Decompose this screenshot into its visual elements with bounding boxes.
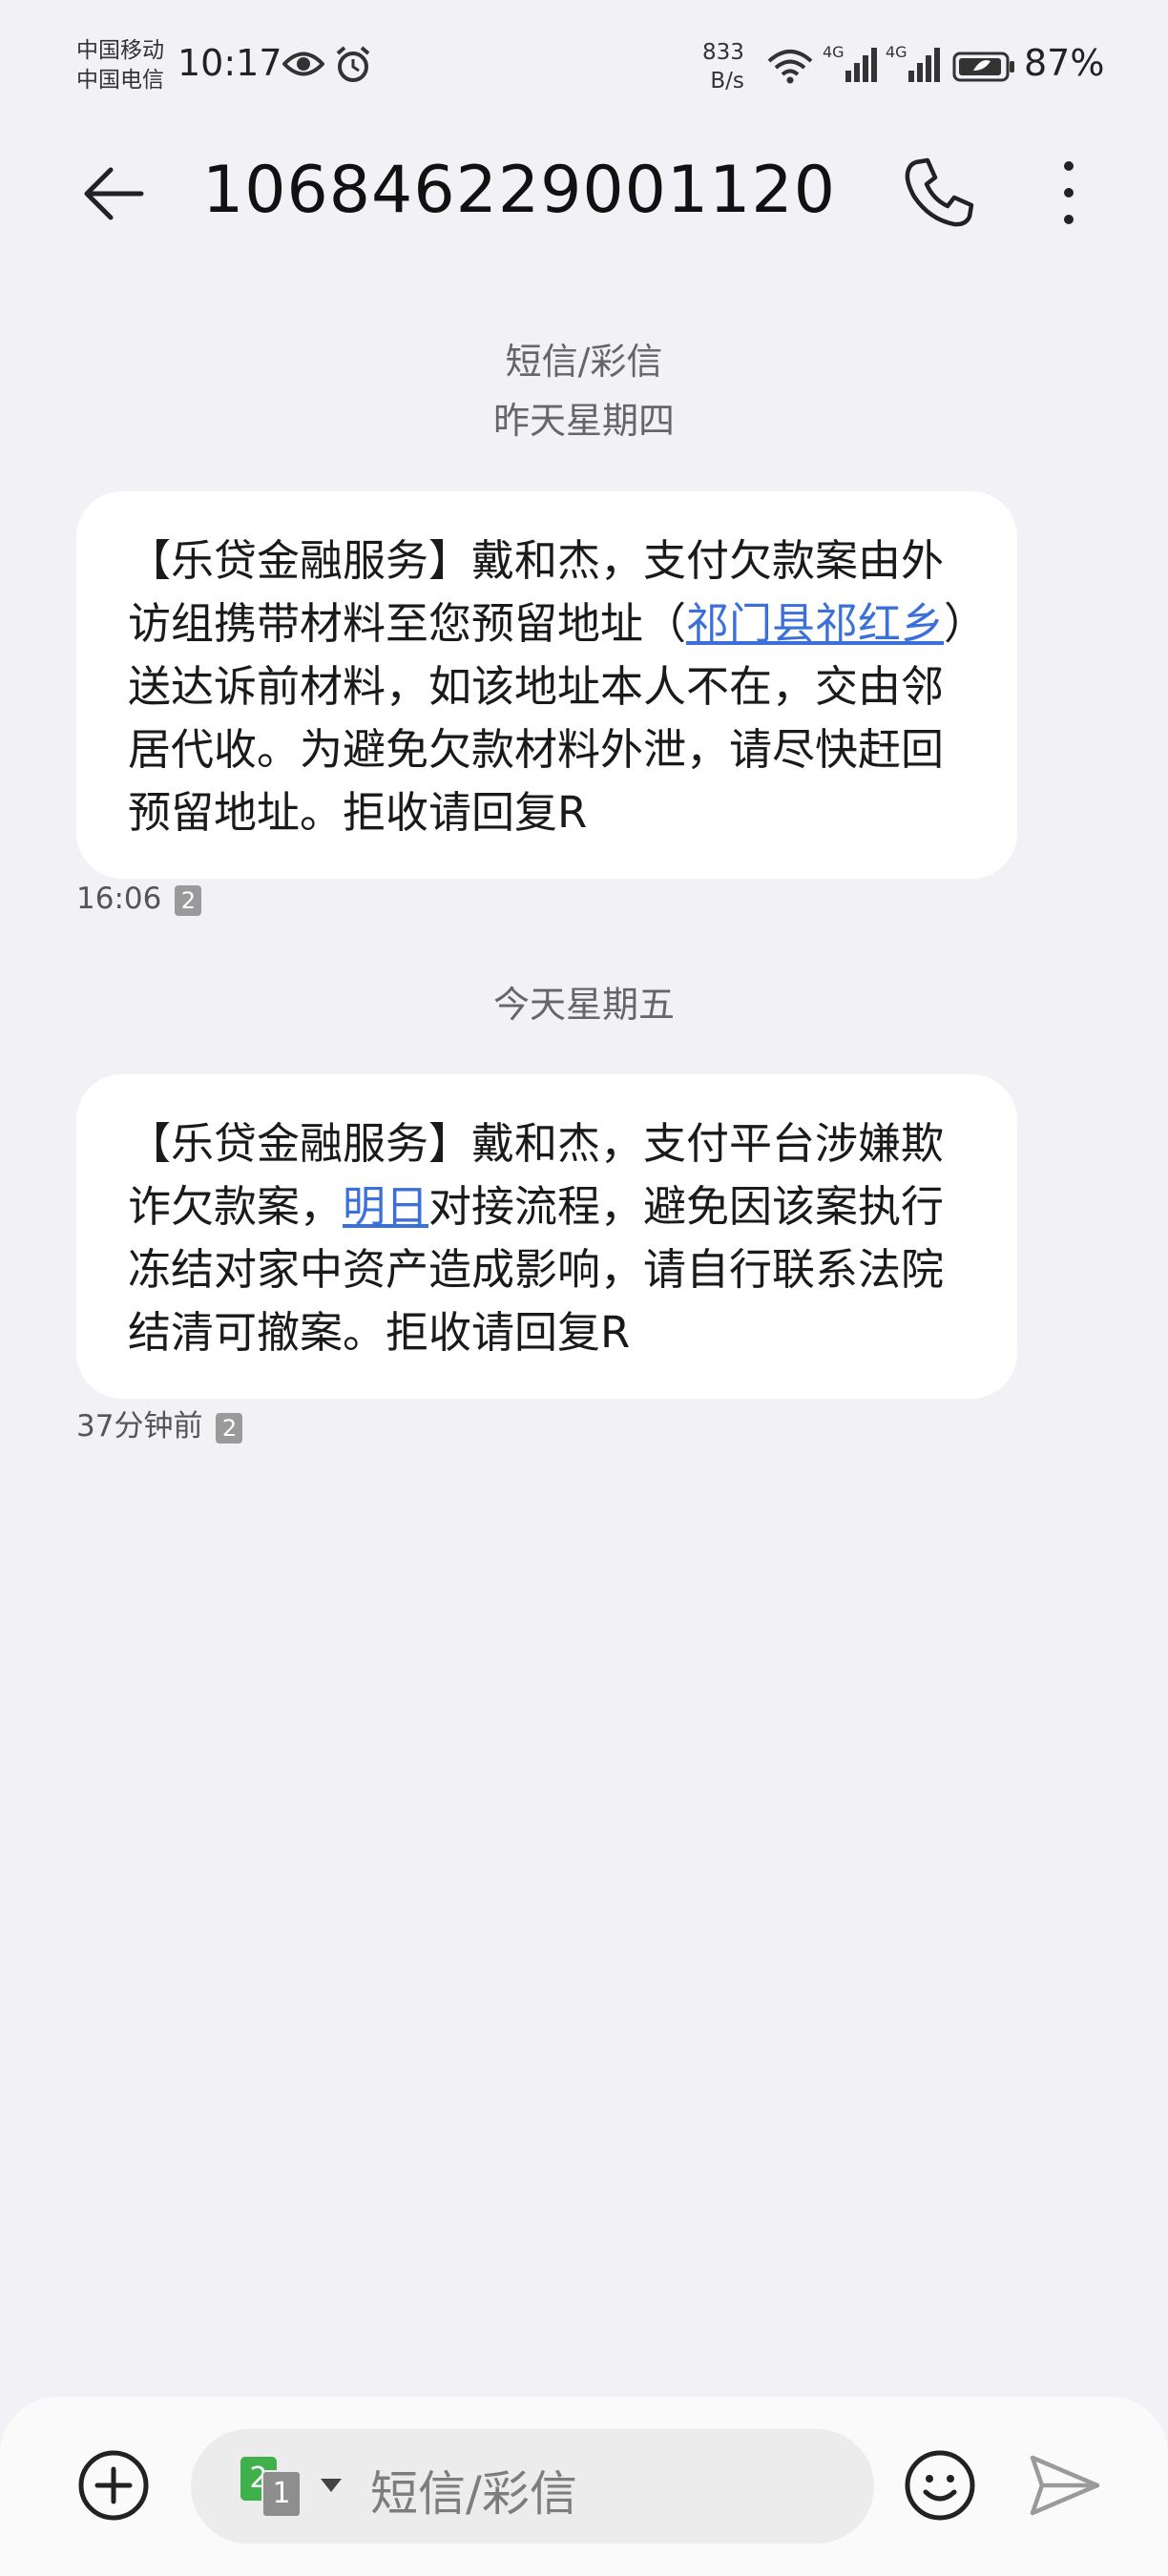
date-link[interactable]: 明日 <box>343 1181 428 1232</box>
wifi-icon <box>767 50 813 84</box>
channel-label: 短信/彩信 <box>505 341 663 383</box>
signal-strength-icon: 4G <box>823 43 877 82</box>
sim-card-1-icon: 1 <box>261 2470 302 2518</box>
message-time: 16:06 <box>76 882 162 916</box>
status-time: 10:17 <box>177 42 282 84</box>
phone-icon[interactable] <box>903 156 975 229</box>
message-time: 37分钟前 <box>76 1409 203 1444</box>
date-separator: 昨天星期四 <box>492 400 675 442</box>
message-meta: 37分钟前 2 <box>76 1402 243 1444</box>
battery-percentage: 87% <box>1024 42 1105 84</box>
net-speed-unit: B/s <box>710 69 744 93</box>
battery-icon <box>952 52 1014 82</box>
message-bubble[interactable]: 【乐贷金融服务】戴和杰，支付平台涉嫌欺诈欠款案，明日对接流程，避免因该案执行冻结… <box>76 1074 1017 1399</box>
emoji-icon[interactable] <box>903 2448 977 2523</box>
alarm-icon <box>336 46 370 82</box>
carrier-info: 中国移动 中国电信 <box>76 36 164 95</box>
signal-label-1: 4G <box>823 43 845 61</box>
sim-selector[interactable]: 2 1 <box>240 2457 302 2518</box>
status-bar: 中国移动 中国电信 10:17 833 B/s 4G 4G 87% <box>0 0 1168 143</box>
send-icon[interactable] <box>1029 2452 1101 2519</box>
sim-badge: 2 <box>175 884 202 916</box>
chevron-down-icon[interactable] <box>319 2477 344 2494</box>
net-speed-value: 833 <box>702 40 744 65</box>
message-meta: 16:06 2 <box>76 882 202 916</box>
back-arrow-icon[interactable] <box>80 160 147 227</box>
address-link[interactable]: 祁门县祁红乡 <box>686 598 944 649</box>
carrier-2: 中国电信 <box>76 68 164 93</box>
message-bubble[interactable]: 【乐贷金融服务】戴和杰，支付欠款案由外访组携带材料至您预留地址（祁门县祁红乡）送… <box>76 491 1017 879</box>
sim-badge: 2 <box>216 1412 243 1444</box>
more-options-icon[interactable] <box>1054 156 1083 229</box>
signal-strength-icon: 4G <box>886 43 940 82</box>
carrier-1: 中国移动 <box>76 38 164 63</box>
add-attachment-icon[interactable] <box>76 2448 151 2523</box>
input-placeholder: 短信/彩信 <box>370 2466 577 2522</box>
eye-icon <box>282 52 324 76</box>
contact-title: 106846229001120 <box>202 153 836 228</box>
date-separator: 今天星期五 <box>492 984 675 1026</box>
signal-label-2: 4G <box>886 43 907 61</box>
net-speed: 833 B/s <box>702 38 744 95</box>
